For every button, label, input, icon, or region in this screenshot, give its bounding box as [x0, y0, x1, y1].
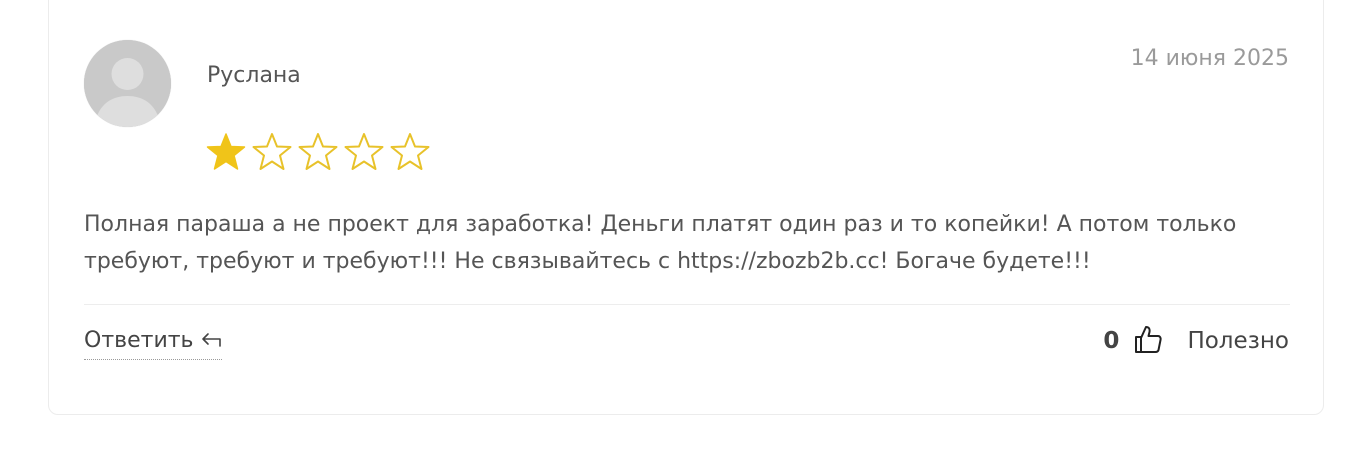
star-empty-icon [344, 133, 384, 170]
user-silhouette-icon [84, 40, 171, 127]
rating-stars [205, 131, 431, 173]
likes-count: 0 [1103, 328, 1120, 354]
avatar [84, 40, 171, 127]
reply-label: Ответить [84, 328, 194, 353]
star-filled-icon [206, 133, 246, 170]
reply-arrow-icon [200, 326, 222, 356]
useful-label[interactable]: Полезно [1187, 328, 1289, 354]
star-empty-icon [390, 133, 430, 170]
star-empty-icon [298, 133, 338, 170]
divider [84, 304, 1290, 305]
reply-button[interactable]: Ответить [84, 326, 222, 360]
useful-block: 0 Полезно [1103, 324, 1289, 358]
review-text: Полная параша а не проект для заработка!… [84, 212, 1237, 274]
star-empty-icon [252, 133, 292, 170]
thumbs-up-icon[interactable] [1133, 324, 1163, 358]
review-date: 14 июня 2025 [1130, 46, 1289, 71]
review-author: Руслана [207, 63, 301, 88]
